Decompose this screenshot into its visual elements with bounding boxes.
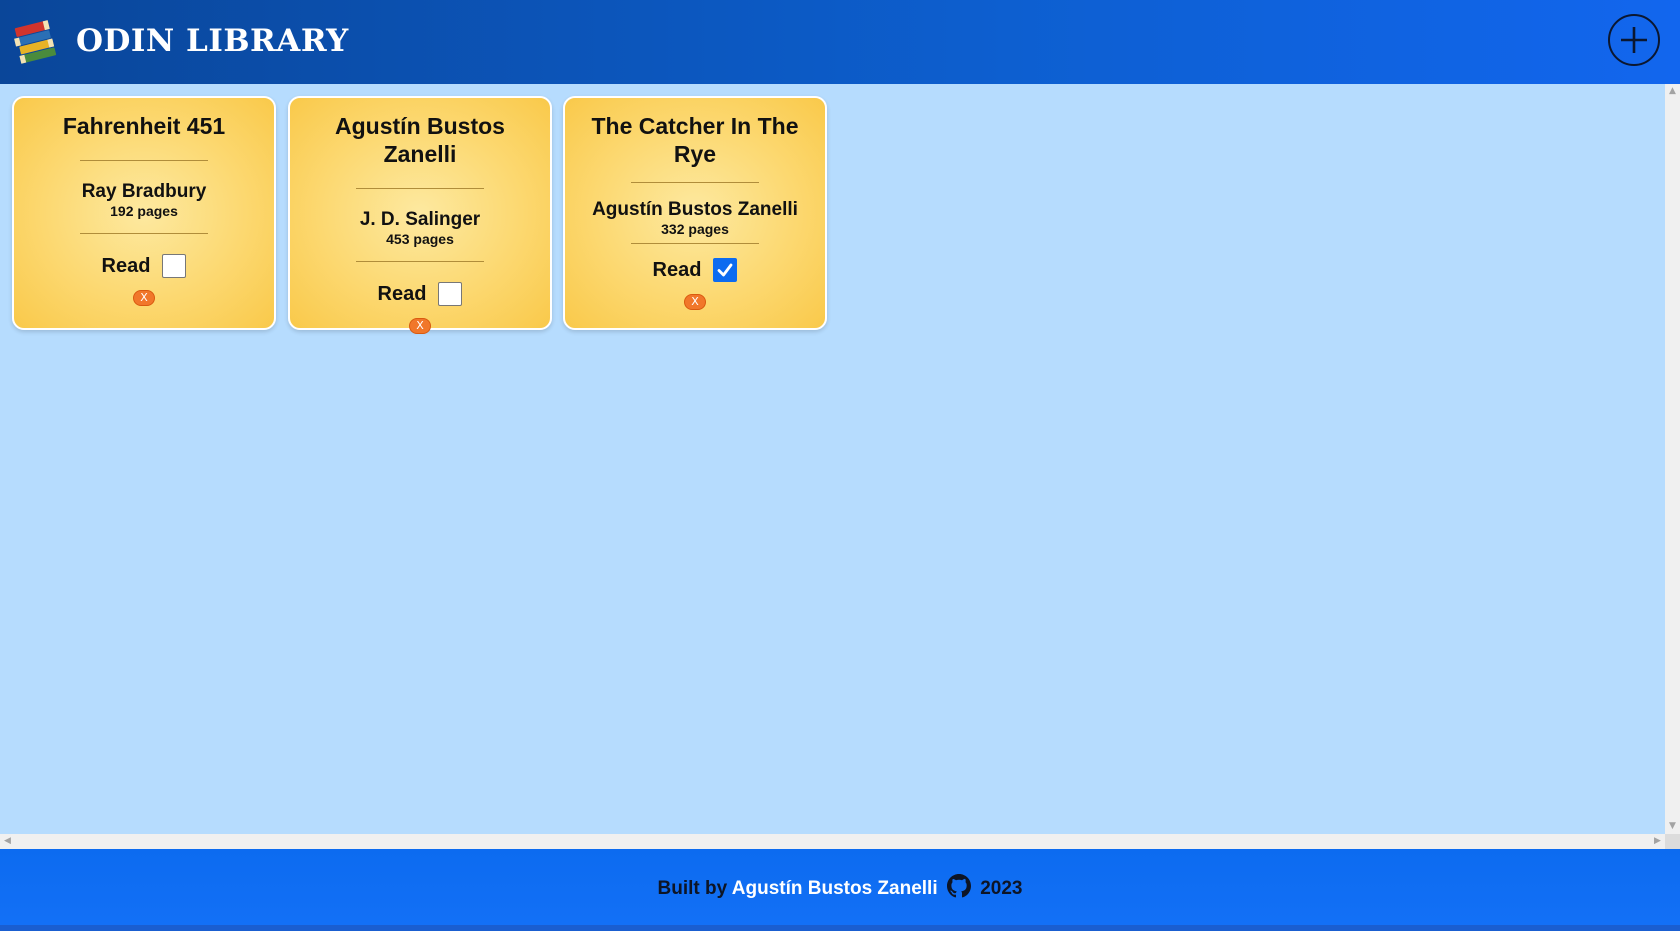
scroll-down-arrow-icon[interactable]: ▼ [1665, 819, 1680, 834]
scroll-up-arrow-icon[interactable]: ▲ [1665, 84, 1680, 99]
app-title: ODIN LIBRARY [76, 23, 349, 59]
divider [631, 182, 759, 183]
read-toggle-row: Read [14, 254, 274, 278]
divider [631, 243, 759, 244]
scrollbar-corner [1665, 834, 1680, 849]
github-icon[interactable] [946, 874, 971, 898]
book-card: Agustín Bustos Zanelli J. D. Salinger 45… [288, 96, 552, 334]
book-pages: 453 pages [386, 231, 454, 247]
plus-icon [1621, 27, 1647, 53]
add-book-button[interactable] [1608, 14, 1660, 66]
book-card: Fahrenheit 451 Ray Bradbury 192 pages Re… [12, 96, 276, 330]
read-label: Read [377, 282, 427, 305]
scroll-left-arrow-icon[interactable]: ◀ [0, 834, 15, 849]
book-author: J. D. Salinger [359, 209, 481, 230]
app-header: ODIN LIBRARY [0, 0, 1680, 84]
book-author: Ray Bradbury [81, 181, 207, 202]
read-label: Read [101, 254, 151, 277]
remove-book-button[interactable]: X [409, 318, 431, 334]
divider [80, 233, 208, 234]
read-toggle-row: Read [290, 282, 550, 306]
divider [356, 188, 484, 189]
book-pages: 332 pages [661, 221, 729, 237]
remove-book-button[interactable]: X [133, 290, 155, 306]
book-card: The Catcher In The Rye Agustín Bustos Za… [563, 96, 827, 330]
footer-credit: Built by Agustín Bustos Zanelli 2023 [0, 874, 1680, 900]
book-author: Agustín Bustos Zanelli [592, 199, 798, 220]
read-label: Read [652, 258, 702, 281]
footer-prefix: Built by [657, 878, 728, 899]
remove-book-button[interactable]: X [684, 294, 706, 310]
books-stack-icon [14, 20, 57, 64]
book-title: Agustín Bustos Zanelli [335, 113, 505, 167]
book-pages: 192 pages [110, 203, 178, 219]
divider [356, 261, 484, 262]
read-checkbox[interactable] [713, 258, 738, 282]
footer-author-link[interactable]: Agustín Bustos Zanelli [732, 878, 938, 899]
read-toggle-row: Read [565, 258, 825, 282]
app-footer: Built by Agustín Bustos Zanelli 2023 [0, 849, 1680, 931]
horizontal-scrollbar[interactable]: ◀ ▶ [0, 834, 1665, 849]
checkmark-icon [718, 263, 733, 277]
divider [80, 160, 208, 161]
book-title: The Catcher In The Rye [591, 113, 799, 167]
footer-year: 2023 [980, 878, 1023, 899]
scroll-right-arrow-icon[interactable]: ▶ [1650, 834, 1665, 849]
book-title: Fahrenheit 451 [62, 113, 226, 139]
read-checkbox[interactable] [162, 254, 187, 278]
read-checkbox[interactable] [438, 282, 463, 306]
vertical-scrollbar[interactable]: ▲ ▼ [1665, 84, 1680, 834]
